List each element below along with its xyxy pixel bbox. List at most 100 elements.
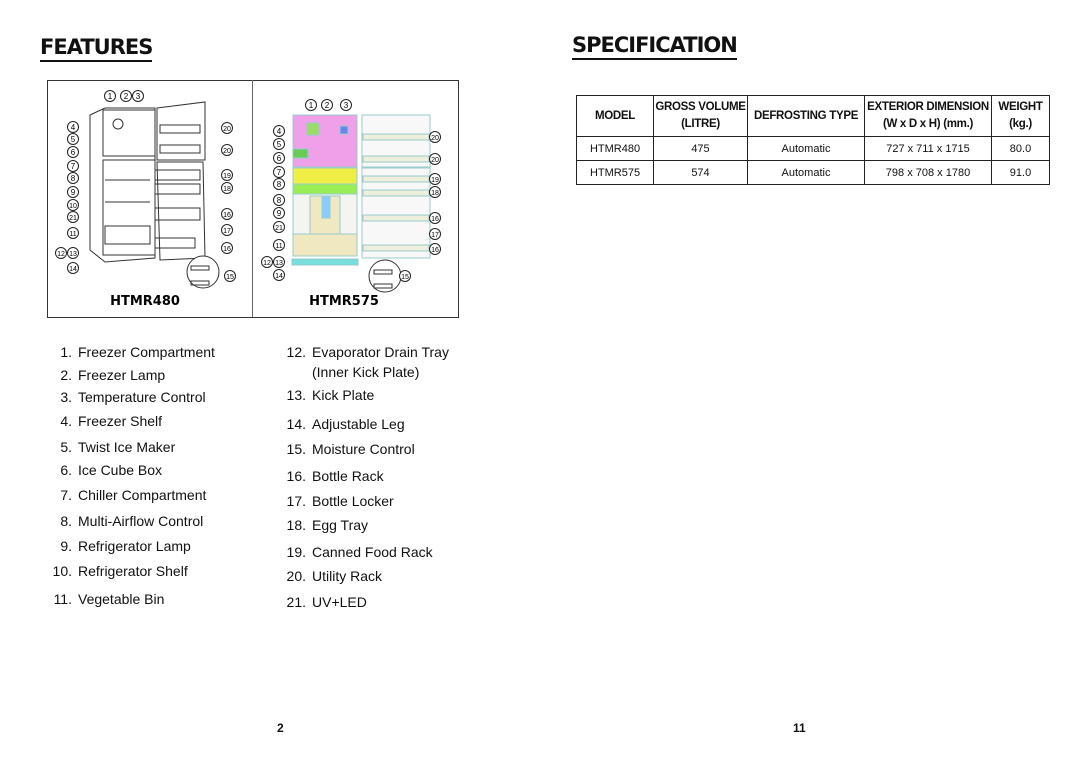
callout-right-12: 12 — [261, 256, 273, 268]
header-line-2: (LITRE) — [681, 118, 720, 130]
callout-left-9: 9 — [67, 186, 79, 198]
svg-text:21: 21 — [275, 225, 283, 232]
callout-left-15: 15 — [224, 270, 236, 282]
svg-text:14: 14 — [275, 273, 283, 280]
table-cell: HTMR480 — [576, 136, 654, 161]
item-number: 14. — [286, 416, 306, 432]
item-label: Vegetable Bin — [78, 591, 165, 607]
list-item: 12. Evaporator Drain Tray — [284, 344, 449, 360]
item-number: 11. — [53, 591, 72, 607]
svg-text:19: 19 — [431, 177, 439, 184]
callout-right-20: 20 — [429, 131, 441, 143]
list-item: 20. Utility Rack — [284, 568, 382, 584]
svg-text:14: 14 — [69, 266, 77, 273]
callout-right-19: 19 — [429, 173, 441, 185]
item-number: 3. — [60, 389, 72, 405]
callout-right-3: 3 — [340, 99, 352, 111]
svg-text:2: 2 — [325, 101, 330, 110]
table-cell: Automatic — [747, 160, 865, 185]
svg-text:4: 4 — [277, 127, 282, 136]
callout-left-8: 8 — [67, 172, 79, 184]
list-item: 8. Multi-Airflow Control — [50, 513, 203, 529]
table-cell: 91.0 — [991, 160, 1050, 185]
item-label: Multi-Airflow Control — [78, 513, 204, 529]
table-cell: 80.0 — [991, 136, 1050, 161]
table-cell: 798 x 708 x 1780 — [864, 160, 992, 185]
callout-right-21: 21 — [273, 221, 285, 233]
callout-right-1: 1 — [305, 99, 317, 111]
list-item: 3. Temperature Control — [50, 389, 205, 405]
item-number: 1. — [60, 344, 72, 360]
htmr575-illustration — [291, 114, 431, 293]
item-label: UV+LED — [312, 594, 367, 610]
list-item: 13. Kick Plate — [284, 387, 375, 403]
callout-left-3: 3 — [132, 90, 144, 102]
item-label: Freezer Shelf — [78, 413, 163, 429]
svg-text:10: 10 — [69, 203, 77, 210]
callout-right-18: 18 — [429, 186, 441, 198]
callout-left-21: 21 — [67, 211, 79, 223]
item-label: Egg Tray — [312, 517, 369, 533]
svg-text:7: 7 — [277, 168, 282, 177]
svg-text:16: 16 — [431, 216, 439, 223]
list-item: 4. Freezer Shelf — [50, 413, 162, 429]
svg-text:3: 3 — [344, 101, 349, 110]
callout-right-11: 11 — [273, 239, 285, 251]
item-label: Utility Rack — [312, 568, 383, 584]
column-header: WEIGHT (kg.) — [991, 95, 1050, 137]
list-item: 5. Twist Ice Maker — [50, 439, 175, 455]
callout-left-7: 7 — [67, 160, 79, 172]
list-item: 2. Freezer Lamp — [50, 367, 165, 383]
svg-text:9: 9 — [277, 209, 282, 218]
header-line-1: DEFROSTING TYPE — [753, 109, 859, 122]
item-label: Bottle Rack — [312, 468, 384, 484]
svg-text:11: 11 — [275, 243, 282, 250]
list-item: 19. Canned Food Rack — [284, 544, 433, 560]
item-number: 17. — [286, 493, 306, 509]
callout-left-20: 20 — [221, 122, 233, 134]
item-label: Ice Cube Box — [78, 462, 163, 478]
svg-text:6: 6 — [277, 154, 282, 163]
svg-text:16: 16 — [223, 212, 231, 219]
svg-text:4: 4 — [71, 123, 76, 132]
item-number: 16. — [286, 468, 306, 484]
svg-text:2: 2 — [124, 92, 129, 101]
svg-text:8: 8 — [277, 180, 282, 189]
item-number: 12. — [286, 344, 306, 360]
svg-text:12: 12 — [263, 260, 271, 267]
callout-left-12: 12 — [55, 247, 67, 259]
svg-text:12: 12 — [57, 251, 65, 258]
list-item: 18. Egg Tray — [284, 517, 369, 533]
svg-text:8: 8 — [277, 196, 282, 205]
callout-left-6: 6 — [67, 146, 79, 158]
callout-left-14: 14 — [67, 262, 79, 274]
callout-left-10: 10 — [67, 199, 79, 211]
item-number: 8. — [60, 513, 72, 529]
table-cell: 475 — [653, 136, 748, 161]
page-number-left: 2 — [277, 721, 284, 735]
callout-left-16: 16 — [221, 208, 233, 220]
list-item: 6. Ice Cube Box — [50, 462, 162, 478]
callout-left-19: 19 — [221, 169, 233, 181]
item-label: Refrigerator Lamp — [78, 538, 191, 554]
item-number: 10. — [52, 563, 72, 579]
table-row: HTMR575 574 Automatic 798 x 708 x 1780 91.0 — [576, 160, 1050, 185]
table-cell: 727 x 711 x 1715 — [864, 136, 992, 161]
callout-left-17: 17 — [221, 224, 233, 236]
list-item: 14. Adjustable Leg — [284, 416, 405, 432]
svg-text:5: 5 — [277, 140, 282, 149]
callout-left-16: 16 — [221, 242, 233, 254]
header-line-2: (kg.) — [1009, 118, 1032, 130]
callout-right-9: 9 — [273, 207, 285, 219]
svg-text:20: 20 — [223, 148, 231, 155]
model-label-htmr575: HTMR575 — [309, 294, 379, 309]
svg-text:13: 13 — [69, 251, 77, 258]
header-line-2: (W x D x H) (mm.) — [882, 118, 974, 130]
callout-right-14: 14 — [273, 269, 285, 281]
item-number: 20. — [286, 568, 306, 584]
svg-text:16: 16 — [223, 246, 231, 253]
svg-text:15: 15 — [226, 274, 234, 281]
list-item: 15. Moisture Control — [284, 441, 415, 457]
table-cell: 574 — [653, 160, 748, 185]
svg-text:21: 21 — [69, 215, 77, 222]
